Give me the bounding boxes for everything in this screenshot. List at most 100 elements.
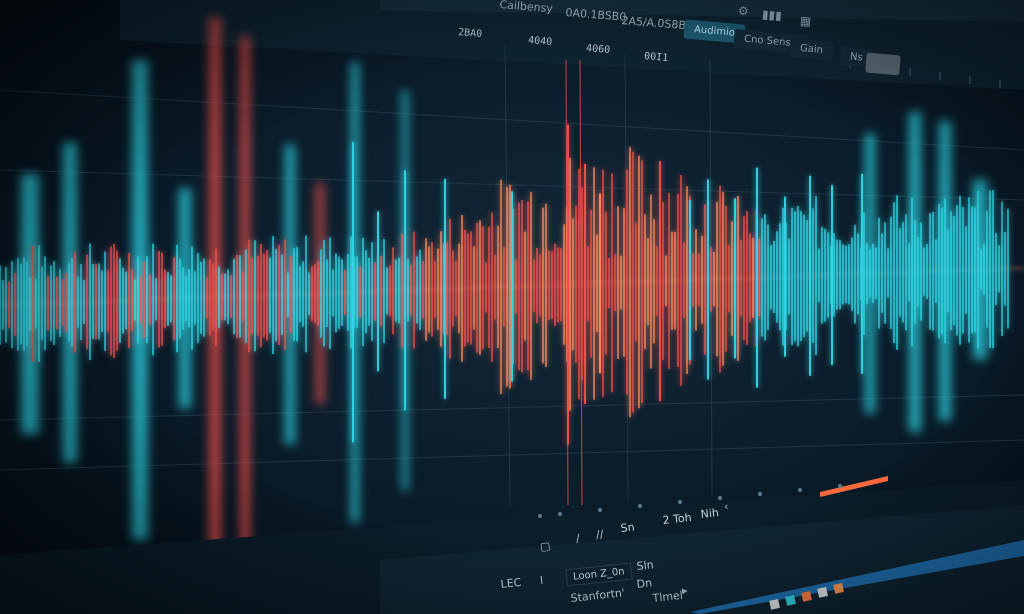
label-lec: LEC xyxy=(500,575,523,591)
waveform-bar xyxy=(92,264,94,340)
waveform-bar xyxy=(971,206,973,334)
waveform-bar xyxy=(47,276,49,331)
waveform-bar xyxy=(404,170,406,411)
waveform-bar xyxy=(605,211,607,355)
waveform-bar xyxy=(44,256,46,351)
waveform-bar xyxy=(422,261,424,319)
settings-icon[interactable]: ⚙ xyxy=(737,4,749,19)
waveform-bar xyxy=(296,247,298,342)
waveform-bar xyxy=(434,260,436,318)
waveform-bar xyxy=(815,196,817,355)
waveform-bar xyxy=(893,202,895,344)
split-icon[interactable]: ∕∕ xyxy=(595,528,604,542)
waveform-bar xyxy=(869,249,871,298)
waveform-bar xyxy=(614,254,616,312)
waveform-bar xyxy=(242,271,244,322)
waveform-bar xyxy=(263,253,265,338)
waveform-bar xyxy=(767,224,769,330)
waveform-bar xyxy=(758,238,760,317)
waveform-bar xyxy=(731,221,733,336)
waveform-bar xyxy=(461,215,463,362)
field-nih[interactable]: Nih xyxy=(700,506,720,521)
waveform-bar xyxy=(911,197,913,347)
waveform-bar xyxy=(584,163,586,404)
waveform-bar xyxy=(254,240,256,352)
waveform-bar xyxy=(158,250,160,348)
edit-icon[interactable]: ∕ xyxy=(575,532,580,545)
waveform-bar xyxy=(698,253,700,306)
waveform-bar xyxy=(863,212,865,336)
waveform-bar xyxy=(878,217,880,329)
waveform-bar xyxy=(473,246,475,330)
waveform-bar xyxy=(989,190,991,348)
waveform-bar xyxy=(722,192,724,366)
waveform-bar xyxy=(482,226,484,349)
waveform-bar xyxy=(302,261,304,327)
waveform-bar xyxy=(773,241,775,313)
waveform-bar xyxy=(20,264,22,345)
waveform-bar xyxy=(503,247,505,327)
waveform-bar xyxy=(935,239,937,303)
waveform-bar xyxy=(352,142,354,443)
waveform-bar xyxy=(260,244,262,348)
waveform-bar xyxy=(161,252,163,346)
waveform-bar xyxy=(833,233,835,317)
waveform-bar xyxy=(470,231,472,345)
waveform-bar xyxy=(305,235,307,353)
waveform-bar xyxy=(311,266,313,322)
waveform-bar xyxy=(563,224,565,345)
waveform-bar xyxy=(146,256,148,344)
waveform-bar xyxy=(659,161,661,402)
waveform-bar xyxy=(428,246,430,333)
waveform-bar xyxy=(0,265,1,345)
waveform-bar xyxy=(809,175,811,376)
waveform-bar xyxy=(290,255,292,334)
waveform-bar xyxy=(602,169,604,397)
field-sn[interactable]: Sn xyxy=(620,521,635,535)
tab-gain[interactable]: Gain xyxy=(789,38,834,61)
waveform-bar xyxy=(677,194,679,367)
waveform-bar xyxy=(653,219,655,344)
waveform-bar xyxy=(803,214,805,338)
waveform-bar xyxy=(581,187,583,381)
waveform-bar xyxy=(800,211,802,341)
waveform-bar xyxy=(875,247,877,300)
waveform-bar xyxy=(341,259,343,326)
waveform-bar xyxy=(149,274,151,325)
waveform-bar xyxy=(524,231,526,341)
waveform-bar xyxy=(845,245,847,304)
waveform-bar xyxy=(278,244,280,345)
waveform-bar xyxy=(314,264,316,323)
waveform-bar xyxy=(326,259,328,327)
waveform-bar xyxy=(155,278,157,321)
waveform-bar xyxy=(239,255,241,338)
waveform-bar xyxy=(509,184,511,389)
play-icon[interactable]: ▸ xyxy=(681,584,688,598)
waveform-bar xyxy=(293,248,295,341)
waveform-bar xyxy=(749,233,751,323)
waveform-bar xyxy=(77,276,79,328)
waveform-editor-screen: Cailbensy 0A0.1BSB0 2A5/A.0S8B0 Audimio … xyxy=(0,0,1024,614)
waveform-bar xyxy=(794,211,796,342)
waveform-bar xyxy=(227,269,229,325)
waveform-bar xyxy=(680,175,682,386)
waveform-bar xyxy=(806,220,808,332)
waveform-bar xyxy=(665,255,667,307)
waveform-bar xyxy=(413,231,415,349)
bars-icon[interactable]: ▮▮▮ xyxy=(761,7,782,23)
waveform-bar xyxy=(920,222,922,321)
loop-icon[interactable]: ▢ xyxy=(539,539,551,553)
waveform-bar xyxy=(236,254,238,339)
grid-icon[interactable]: ▦ xyxy=(799,14,812,29)
waveform-bar xyxy=(848,244,850,305)
waveform-bar xyxy=(5,267,7,343)
waveform-canvas[interactable] xyxy=(0,0,1024,614)
waveform-bar xyxy=(995,233,997,305)
zoom-control[interactable] xyxy=(865,52,901,76)
waveform-bar xyxy=(308,272,310,316)
waveform-bar xyxy=(248,239,250,353)
waveform-bar xyxy=(203,258,205,337)
waveform-bar xyxy=(695,229,697,331)
waveform-bar xyxy=(986,211,988,328)
waveform-bar xyxy=(572,218,574,351)
